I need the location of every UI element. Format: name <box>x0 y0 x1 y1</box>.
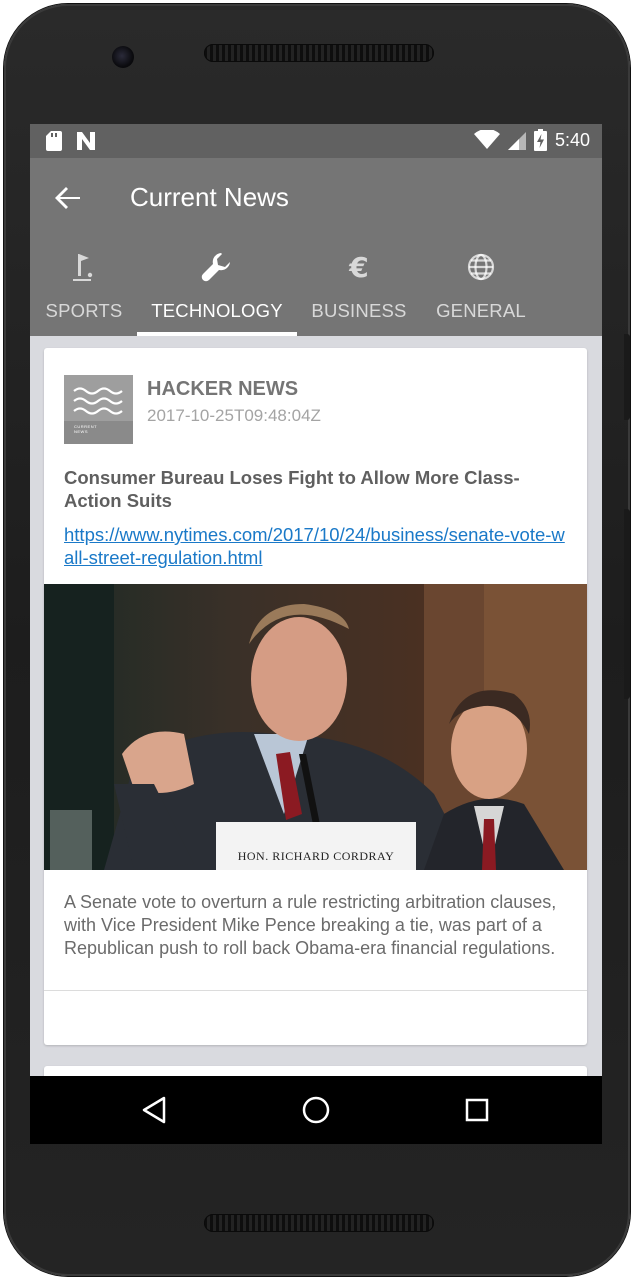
page-title: Current News <box>130 182 289 212</box>
signal-icon <box>507 132 526 150</box>
publish-date: 2017-10-25T09:48:04Z <box>147 406 321 425</box>
article-link[interactable]: https://www.nytimes.com/2017/10/24/busin… <box>64 523 574 569</box>
tab-business-label: BUSINESS <box>311 300 407 321</box>
tab-technology[interactable]: TECHNOLOGY <box>137 238 297 336</box>
power-button <box>624 334 630 420</box>
screen: 5:40 Current News SPORTS TECHNOLOGY € BU… <box>30 124 602 1144</box>
nav-home-button[interactable] <box>296 1090 336 1130</box>
golf-icon <box>73 254 93 281</box>
sd-card-icon <box>46 131 62 151</box>
news-card[interactable]: CURRENT NEWS HACKER NEWS 2017-10-25T09:4… <box>44 348 587 1045</box>
status-bar: 5:40 <box>30 124 602 158</box>
tab-general-label: GENERAL <box>436 300 526 321</box>
recents-square-icon <box>465 1098 489 1122</box>
tab-technology-label: TECHNOLOGY <box>151 300 283 321</box>
clock: 5:40 <box>554 129 590 150</box>
article-headline[interactable]: Consumer Bureau Loses Fight to Allow Mor… <box>64 466 554 512</box>
article-image[interactable]: HON. RICHARD CORDRAY <box>44 584 587 870</box>
wifi-icon <box>473 130 500 149</box>
system-nav-bar <box>30 1076 602 1144</box>
nav-back-button[interactable] <box>134 1090 174 1130</box>
tab-business[interactable]: € BUSINESS <box>308 238 410 336</box>
top-speaker <box>204 44 434 62</box>
tab-sports[interactable]: SPORTS <box>38 238 130 336</box>
nav-recents-button[interactable] <box>457 1090 497 1130</box>
nameplate-text: HON. RICHARD CORDRAY <box>237 849 395 863</box>
source-logo: CURRENT NEWS <box>64 375 133 444</box>
card-divider <box>44 990 587 991</box>
svg-text:€: € <box>348 251 368 284</box>
tab-bar: SPORTS TECHNOLOGY € BUSINESS GENERAL <box>30 238 602 336</box>
hearing-photo <box>44 584 587 870</box>
front-camera <box>112 46 134 68</box>
arrow-left-icon <box>55 187 80 209</box>
source-name: HACKER NEWS <box>147 378 299 400</box>
back-triangle-icon <box>142 1096 166 1124</box>
volume-button <box>624 509 630 699</box>
battery-charging-icon <box>533 129 547 151</box>
back-button[interactable] <box>50 180 86 216</box>
bottom-speaker <box>204 1214 434 1232</box>
tab-general[interactable]: GENERAL <box>430 238 532 336</box>
wrench-icon <box>201 253 230 282</box>
logo-caption: CURRENT NEWS <box>74 424 97 434</box>
n-icon <box>77 132 95 150</box>
tab-sports-label: SPORTS <box>45 300 123 321</box>
app-bar: Current News SPORTS TECHNOLOGY € BUSINES… <box>30 158 602 336</box>
article-description: A Senate vote to overturn a rule restric… <box>64 892 557 958</box>
globe-icon <box>467 253 495 281</box>
euro-icon: € <box>348 251 368 284</box>
news-list[interactable]: CURRENT NEWS HACKER NEWS 2017-10-25T09:4… <box>30 336 602 1144</box>
home-circle-icon <box>302 1096 330 1124</box>
